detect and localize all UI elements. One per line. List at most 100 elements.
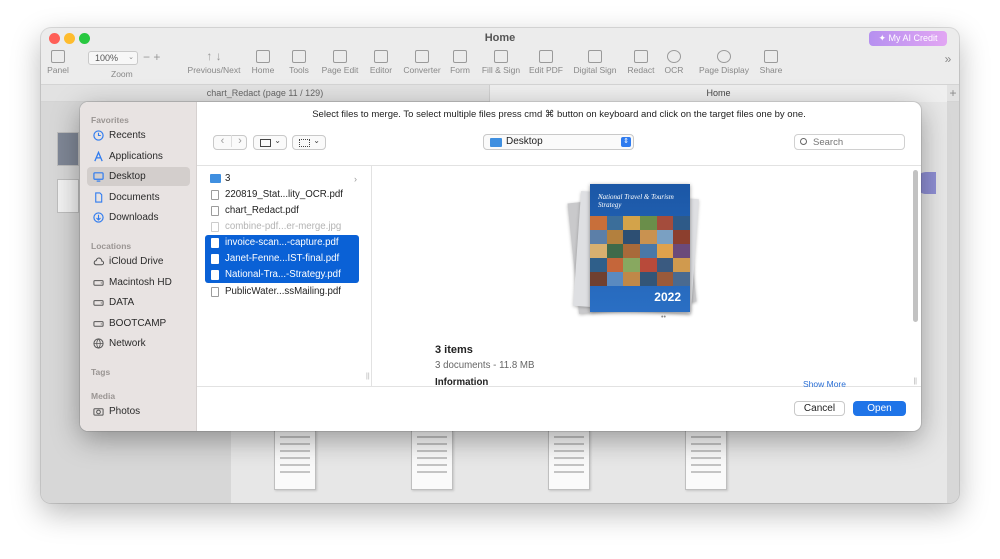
cover-year: 2022 bbox=[654, 290, 681, 304]
tab-document[interactable]: chart_Redact (page 11 / 129) bbox=[41, 85, 490, 102]
list-item[interactable]: chart_Redact.pdf bbox=[205, 203, 359, 219]
page-preview[interactable] bbox=[548, 430, 590, 490]
scrollbar-thumb[interactable] bbox=[913, 170, 918, 322]
add-tab-icon[interactable]: + bbox=[947, 85, 959, 102]
location-popup[interactable]: Desktop ⇕ bbox=[483, 134, 634, 150]
zoom-select[interactable]: 100% ⌄ bbox=[88, 51, 138, 65]
show-more-link[interactable]: Show More bbox=[803, 379, 846, 389]
toolbar-form-button[interactable]: Form bbox=[448, 49, 472, 75]
toolbar-ocr-button[interactable]: OCR bbox=[662, 49, 686, 75]
converter-icon bbox=[415, 50, 429, 63]
folder-icon bbox=[490, 138, 502, 147]
toolbar-label: Home bbox=[251, 65, 275, 75]
file-name: PublicWater...ssMailing.pdf bbox=[225, 286, 341, 297]
toolbar-edit-pdf-button[interactable]: Edit PDF bbox=[528, 49, 564, 75]
file-name: 3 bbox=[225, 173, 231, 184]
zoom-stepper[interactable]: − + bbox=[143, 50, 160, 64]
open-button[interactable]: Open bbox=[853, 401, 906, 416]
file-icon bbox=[211, 222, 219, 232]
more-dots-icon: •• bbox=[661, 314, 666, 321]
sidebar-item-recents[interactable]: Recents bbox=[87, 126, 190, 145]
toolbar-page-display-button[interactable]: Page Display bbox=[697, 49, 751, 75]
sidebar-item-macintosh-hd[interactable]: Macintosh HD bbox=[87, 273, 190, 292]
zoom-out-icon[interactable]: − bbox=[143, 50, 150, 64]
sidebar-item-documents[interactable]: Documents bbox=[87, 188, 190, 207]
search-field[interactable] bbox=[794, 134, 905, 150]
forward-chevron-icon[interactable]: › bbox=[231, 135, 248, 147]
share-icon bbox=[764, 50, 778, 63]
file-name: 220819_Stat...lity_OCR.pdf bbox=[225, 189, 343, 200]
toolbar-panel-button[interactable]: Panel bbox=[45, 49, 71, 75]
sidebar-item-icloud-drive[interactable]: iCloud Drive bbox=[87, 252, 190, 271]
toolbar-overflow-icon[interactable]: » bbox=[941, 52, 955, 66]
download-icon bbox=[93, 212, 104, 223]
toolbar-digital-sign-button[interactable]: Digital Sign bbox=[571, 49, 619, 75]
toolbar-label: Tools bbox=[289, 65, 309, 75]
page-display-icon bbox=[717, 50, 731, 63]
sidebar-item-label: Downloads bbox=[109, 212, 159, 223]
toolbar-redact-button[interactable]: Redact bbox=[625, 49, 657, 75]
search-input[interactable] bbox=[813, 136, 901, 149]
list-item[interactable]: 3 › bbox=[205, 171, 359, 187]
toolbar-converter-button[interactable]: Converter bbox=[401, 49, 443, 75]
back-chevron-icon[interactable]: ‹ bbox=[214, 135, 231, 147]
sidebar-item-photos[interactable]: Photos bbox=[87, 402, 190, 421]
digital-sign-icon bbox=[588, 50, 602, 63]
arrows-icon: ↑ ↓ bbox=[206, 49, 222, 63]
page-edit-icon bbox=[333, 50, 347, 63]
sidebar-item-network[interactable]: Network bbox=[87, 334, 190, 353]
cancel-button[interactable]: Cancel bbox=[794, 401, 845, 416]
toolbar-label: Page Display bbox=[698, 65, 750, 75]
disk-icon bbox=[93, 300, 104, 306]
list-item: combine-pdf...er-merge.jpg bbox=[205, 219, 359, 235]
edit-pdf-icon bbox=[539, 50, 553, 63]
tab-home[interactable]: Home bbox=[490, 85, 947, 102]
network-icon bbox=[93, 338, 104, 349]
list-item[interactable]: PublicWater...ssMailing.pdf bbox=[205, 284, 359, 300]
sidebar-item-desktop[interactable]: Desktop bbox=[87, 167, 190, 186]
toolbar-fill-sign-button[interactable]: Fill & Sign bbox=[480, 49, 522, 75]
list-item[interactable]: 220819_Stat...lity_OCR.pdf bbox=[205, 187, 359, 203]
group-by-button[interactable]: ⌄ bbox=[292, 135, 326, 150]
preview-scrollbar[interactable] bbox=[912, 166, 919, 387]
view-mode-button[interactable]: ⌄ bbox=[253, 135, 287, 150]
toolbar-share-button[interactable]: Share bbox=[757, 49, 785, 75]
camera-icon bbox=[93, 408, 104, 416]
column-resize-handle[interactable]: || bbox=[366, 373, 370, 380]
sidebar-item-label: Documents bbox=[109, 192, 160, 203]
toolbar-tools-button[interactable]: Tools bbox=[286, 49, 312, 75]
list-item[interactable]: invoice-scan...-capture.pdf bbox=[205, 235, 359, 251]
favorites-heading: Favorites bbox=[91, 115, 129, 125]
ai-credit-button[interactable]: ✦ My AI Credit bbox=[869, 31, 947, 46]
toolbar-label: Digital Sign bbox=[573, 65, 617, 75]
sidebar-item-label: iCloud Drive bbox=[109, 256, 164, 267]
toolbar-previous-next-button[interactable]: ↑ ↓ Previous/Next bbox=[187, 49, 241, 75]
information-heading: Information bbox=[435, 377, 489, 388]
sparkle-icon: ✦ bbox=[878, 33, 889, 43]
sidebar-item-downloads[interactable]: Downloads bbox=[87, 208, 190, 227]
page-preview[interactable] bbox=[411, 430, 453, 490]
toolbar-page-edit-button[interactable]: Page Edit bbox=[320, 49, 360, 75]
sidebar-item-applications[interactable]: Applications bbox=[87, 147, 190, 166]
sidebar-item-bootcamp[interactable]: BOOTCAMP bbox=[87, 314, 190, 333]
form-icon bbox=[453, 50, 467, 63]
page-thumbnail[interactable] bbox=[57, 179, 79, 213]
file-icon bbox=[211, 190, 219, 200]
cover-photo-mosaic bbox=[590, 216, 690, 286]
tags-heading: Tags bbox=[91, 367, 111, 377]
page-preview[interactable] bbox=[274, 430, 316, 490]
page-thumbnail[interactable] bbox=[57, 132, 79, 166]
applications-icon bbox=[94, 151, 103, 162]
list-item[interactable]: Janet-Fenne...IST-final.pdf bbox=[205, 251, 359, 267]
zoom-in-icon[interactable]: + bbox=[153, 50, 160, 64]
page-preview[interactable] bbox=[685, 430, 727, 490]
cover-title: National Travel & Tourism Strategy bbox=[598, 193, 674, 209]
toolbar-home-button[interactable]: Home bbox=[250, 49, 276, 75]
sidebar-item-label: Photos bbox=[109, 406, 141, 417]
toolbox-icon bbox=[292, 50, 306, 63]
toolbar-label: Editor bbox=[369, 65, 393, 75]
toolbar-editor-button[interactable]: Editor bbox=[367, 49, 395, 75]
column-resize-handle[interactable]: || bbox=[913, 378, 917, 385]
list-item[interactable]: National-Tra...-Strategy.pdf bbox=[205, 267, 359, 283]
sidebar-item-data[interactable]: DATA bbox=[87, 293, 190, 312]
